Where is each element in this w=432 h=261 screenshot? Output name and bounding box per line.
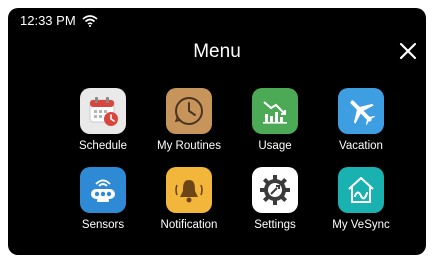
device-screen: 12:33 PM Menu Schedule My Routines Usage… — [8, 8, 426, 255]
status-bar: 12:33 PM — [20, 13, 98, 28]
menu-item-my-vesync[interactable]: My VeSync — [318, 167, 404, 231]
menu-item-vacation[interactable]: Vacation — [318, 88, 404, 152]
menu-item-usage[interactable]: Usage — [232, 88, 318, 152]
menu-item-label: Usage — [258, 140, 292, 152]
menu-item-my-routines[interactable]: My Routines — [146, 88, 232, 152]
menu-item-sensors[interactable]: Sensors — [60, 167, 146, 231]
menu-item-label: Sensors — [81, 219, 125, 231]
calendar-clock-icon — [80, 88, 126, 134]
menu-item-label: My VeSync — [332, 219, 390, 231]
menu-item-schedule[interactable]: Schedule — [60, 88, 146, 152]
sensor-icon — [80, 167, 126, 213]
gear-icon — [252, 167, 298, 213]
home-icon — [338, 167, 384, 213]
status-time: 12:33 PM — [20, 13, 76, 28]
menu-item-label: My Routines — [157, 140, 221, 152]
menu-item-label: Settings — [254, 219, 296, 231]
menu-item-label: Schedule — [79, 140, 127, 152]
close-icon[interactable] — [398, 41, 418, 61]
airplane-icon — [338, 88, 384, 134]
chart-icon — [252, 88, 298, 134]
menu-item-settings[interactable]: Settings — [232, 167, 318, 231]
clock-icon — [166, 88, 212, 134]
menu-item-notification[interactable]: Notification — [146, 167, 232, 231]
menu-item-label: Vacation — [339, 140, 383, 152]
page-title: Menu — [193, 41, 241, 62]
menu-grid: Schedule My Routines Usage Vacation Sens… — [60, 88, 404, 231]
wifi-icon — [82, 14, 98, 27]
bell-icon — [166, 167, 212, 213]
menu-item-label: Notification — [160, 219, 218, 231]
